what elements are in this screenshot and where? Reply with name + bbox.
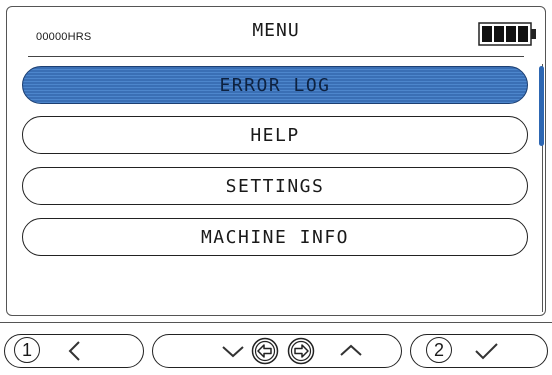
menu-item-help[interactable]: HELP xyxy=(22,116,528,154)
header-divider xyxy=(28,56,524,57)
menu-item-label: ERROR LOG xyxy=(219,74,331,96)
right-arrow-icon[interactable] xyxy=(286,336,316,366)
left-arrow-icon[interactable] xyxy=(250,336,280,366)
menu-item-label: HELP xyxy=(250,124,300,146)
menu-item-label: MACHINE INFO xyxy=(200,226,350,248)
display-screen xyxy=(6,6,546,316)
softkey-2-button[interactable]: 2 xyxy=(426,337,452,363)
down-icon[interactable] xyxy=(218,338,248,364)
menu-item-settings[interactable]: SETTINGS xyxy=(22,167,528,205)
check-icon[interactable] xyxy=(470,338,504,364)
softkey-1-button[interactable]: 1 xyxy=(14,337,40,363)
page-title: MENU xyxy=(252,20,300,41)
back-icon[interactable] xyxy=(62,338,88,364)
menu-item-machine-info[interactable]: MACHINE INFO xyxy=(22,218,528,256)
scrollbar-thumb[interactable] xyxy=(539,66,544,146)
menu-item-label: SETTINGS xyxy=(225,175,325,197)
battery-full-icon xyxy=(478,22,538,46)
menu-item-error-log[interactable]: ERROR LOG xyxy=(22,66,528,104)
up-icon[interactable] xyxy=(336,338,366,364)
